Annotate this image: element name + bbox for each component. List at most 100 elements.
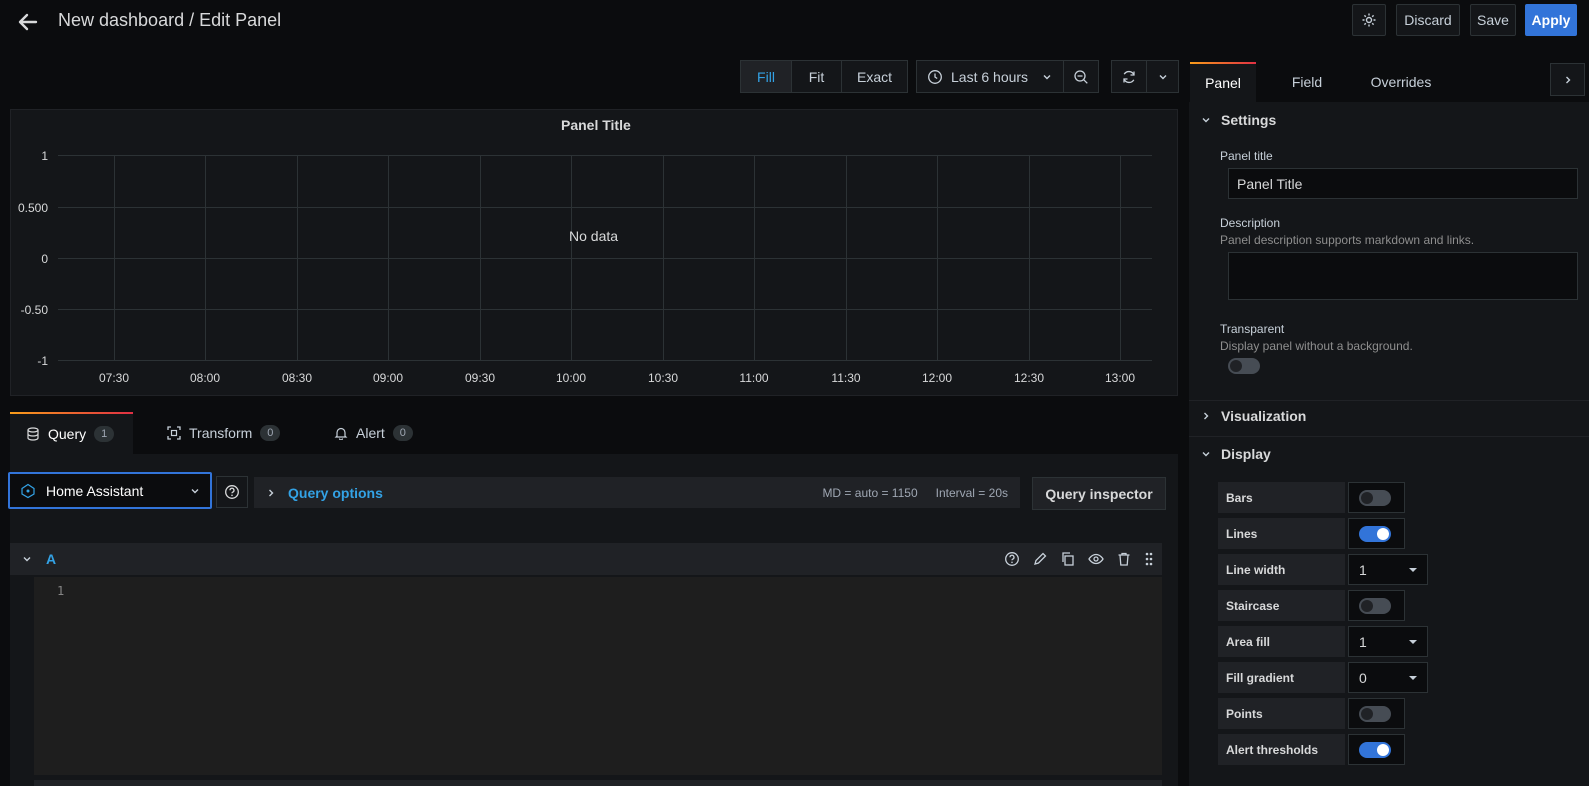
- question-circle-icon[interactable]: [1004, 551, 1020, 567]
- tab-query-count: 1: [94, 426, 115, 442]
- datasource-help-button[interactable]: [216, 476, 248, 508]
- back-arrow-icon[interactable]: [16, 10, 40, 34]
- grid-line: [58, 258, 1152, 259]
- chevron-right-icon: [1201, 411, 1211, 421]
- tab-field[interactable]: Field: [1266, 62, 1348, 102]
- chevron-right-icon: [266, 488, 276, 498]
- display-header-label: Display: [1221, 446, 1271, 462]
- tab-alert-label: Alert: [356, 425, 385, 441]
- x-tick-label: 08:00: [189, 371, 221, 385]
- copy-icon[interactable]: [1060, 551, 1076, 567]
- fill-gradient-select[interactable]: 0: [1348, 662, 1428, 693]
- pencil-icon[interactable]: [1032, 551, 1048, 567]
- x-tick-label: 11:00: [739, 371, 769, 385]
- tab-query[interactable]: Query 1: [10, 412, 133, 454]
- tab-transform-count: 0: [260, 425, 281, 441]
- x-tick-label: 11:30: [831, 371, 861, 385]
- alert-thresholds-toggle-box[interactable]: [1348, 734, 1405, 765]
- transparent-help: Display panel without a background.: [1220, 339, 1413, 353]
- zoom-out-button[interactable]: [1063, 60, 1099, 93]
- collapse-pane-button[interactable]: [1550, 63, 1585, 96]
- points-toggle-box[interactable]: [1348, 698, 1405, 729]
- settings-button[interactable]: [1352, 4, 1386, 36]
- discard-button[interactable]: Discard: [1396, 4, 1460, 36]
- area-fill-label: Area fill: [1218, 626, 1345, 657]
- x-tick-label: 10:30: [647, 371, 679, 385]
- tab-alert[interactable]: Alert 0: [318, 412, 429, 454]
- trash-icon[interactable]: [1116, 551, 1132, 567]
- query-row-header[interactable]: A: [10, 543, 1162, 575]
- staircase-toggle[interactable]: [1359, 597, 1391, 614]
- description-help: Panel description supports markdown and …: [1220, 233, 1475, 247]
- query-ref-id[interactable]: A: [46, 551, 56, 567]
- apply-button[interactable]: Apply: [1525, 4, 1577, 36]
- alert-thresholds-toggle[interactable]: [1359, 741, 1391, 758]
- display-section-header[interactable]: Display: [1189, 446, 1271, 462]
- chevron-down-icon: [1042, 72, 1052, 82]
- x-tick-label: 12:00: [921, 371, 953, 385]
- no-data-message: No data: [569, 228, 619, 244]
- visualization-section-header[interactable]: Visualization: [1189, 408, 1306, 424]
- eye-icon[interactable]: [1088, 551, 1104, 567]
- bars-toggle-box[interactable]: [1348, 482, 1405, 513]
- lines-toggle-box[interactable]: [1348, 518, 1405, 549]
- grid-line: [388, 155, 389, 360]
- graph-panel: [10, 109, 1178, 396]
- lines-toggle[interactable]: [1359, 525, 1391, 542]
- chevron-down-icon: [1158, 72, 1168, 82]
- y-tick-label: -1: [37, 354, 48, 368]
- exact-button[interactable]: Exact: [841, 60, 908, 93]
- gear-icon: [1361, 12, 1377, 28]
- area-fill-select[interactable]: 1: [1348, 626, 1428, 657]
- panel-title-input[interactable]: [1228, 168, 1578, 199]
- refresh-interval-dropdown[interactable]: [1146, 60, 1179, 93]
- chevron-down-icon: [1201, 449, 1211, 459]
- datasource-picker[interactable]: Home Assistant: [8, 472, 212, 509]
- line-width-select[interactable]: 1: [1348, 554, 1428, 585]
- fit-button[interactable]: Fit: [791, 60, 842, 93]
- line-width-value: 1: [1359, 561, 1367, 578]
- area-fill-value: 1: [1359, 633, 1367, 650]
- transparent-toggle[interactable]: [1228, 358, 1260, 374]
- code-editor[interactable]: 1: [34, 577, 1162, 775]
- grid-line: [846, 155, 847, 360]
- lines-label: Lines: [1218, 518, 1345, 549]
- tab-alert-count: 0: [392, 425, 413, 441]
- line-number: 1: [57, 584, 65, 598]
- time-picker[interactable]: Last 6 hours: [916, 60, 1064, 93]
- tab-overrides[interactable]: Overrides: [1356, 62, 1446, 102]
- caret-down-icon: [1409, 567, 1417, 572]
- description-textarea[interactable]: [1228, 252, 1578, 300]
- grid-line: [663, 155, 664, 360]
- x-tick-label: 10:00: [555, 371, 587, 385]
- panel-title: Panel Title: [561, 117, 631, 133]
- bars-toggle[interactable]: [1359, 489, 1391, 506]
- settings-section-header[interactable]: Settings: [1189, 112, 1276, 128]
- caret-down-icon: [1409, 675, 1417, 680]
- fill-button[interactable]: Fill: [740, 60, 792, 93]
- interval-info: Interval = 20s: [935, 485, 1008, 500]
- grid-line: [58, 207, 1152, 208]
- bottom-bar: [34, 780, 1162, 786]
- home-assistant-icon: [20, 483, 36, 499]
- staircase-toggle-box[interactable]: [1348, 590, 1405, 621]
- refresh-button[interactable]: [1111, 60, 1147, 93]
- chevron-down-icon[interactable]: [22, 554, 32, 564]
- x-tick-label: 08:30: [281, 371, 313, 385]
- grid-line: [205, 155, 206, 360]
- save-button[interactable]: Save: [1470, 4, 1516, 36]
- grid-line: [58, 309, 1152, 310]
- divider: [1189, 400, 1589, 401]
- tab-transform[interactable]: Transform 0: [151, 412, 296, 454]
- staircase-label: Staircase: [1218, 590, 1345, 621]
- caret-down-icon: [1409, 639, 1417, 644]
- tab-panel[interactable]: Panel: [1190, 62, 1256, 102]
- drag-handle-icon[interactable]: [1144, 551, 1154, 567]
- transparent-label: Transparent: [1220, 322, 1285, 336]
- fill-gradient-value: 0: [1359, 669, 1367, 686]
- fill-gradient-label: Fill gradient: [1218, 662, 1345, 693]
- query-inspector-button[interactable]: Query inspector: [1032, 477, 1166, 510]
- chevron-down-icon: [190, 486, 200, 496]
- query-options-bar[interactable]: Query options MD = auto = 1150 Interval …: [254, 477, 1020, 508]
- points-toggle[interactable]: [1359, 705, 1391, 722]
